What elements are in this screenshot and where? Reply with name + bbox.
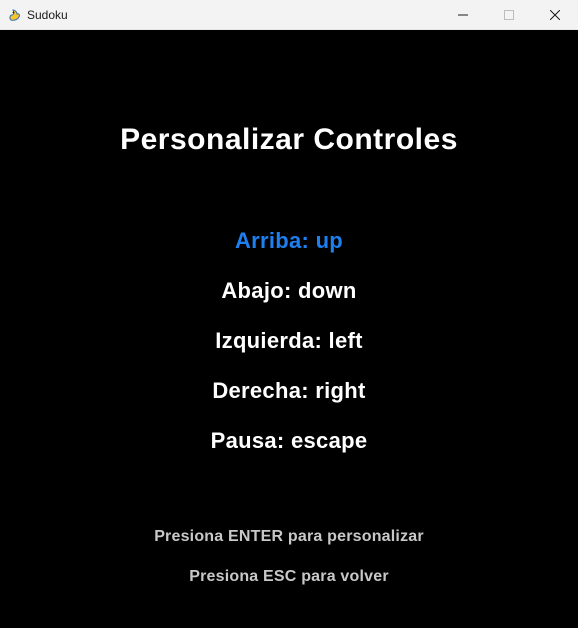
app-window: Sudoku Personalizar Controles Arriba: up…: [0, 0, 578, 628]
control-item-arriba[interactable]: Arriba: up: [0, 228, 578, 254]
control-item-pausa[interactable]: Pausa: escape: [0, 428, 578, 454]
control-item-izquierda[interactable]: Izquierda: left: [0, 328, 578, 354]
minimize-icon: [458, 14, 468, 15]
page-title: Personalizar Controles: [120, 123, 458, 156]
close-button[interactable]: [532, 0, 578, 29]
hint-enter: Presiona ENTER para personalizar: [154, 528, 424, 545]
control-item-derecha[interactable]: Derecha: right: [0, 378, 578, 404]
close-icon: [550, 9, 560, 20]
hint-esc: Presiona ESC para volver: [189, 568, 389, 585]
control-item-abajo[interactable]: Abajo: down: [0, 278, 578, 304]
maximize-button[interactable]: [486, 0, 532, 29]
title-bar[interactable]: Sudoku: [0, 0, 578, 30]
window-title: Sudoku: [27, 8, 68, 22]
minimize-button[interactable]: [440, 0, 486, 29]
game-canvas[interactable]: Personalizar Controles Arriba: up Abajo:…: [0, 30, 578, 628]
pygame-snake-icon: [7, 7, 23, 23]
maximize-icon: [504, 9, 514, 20]
